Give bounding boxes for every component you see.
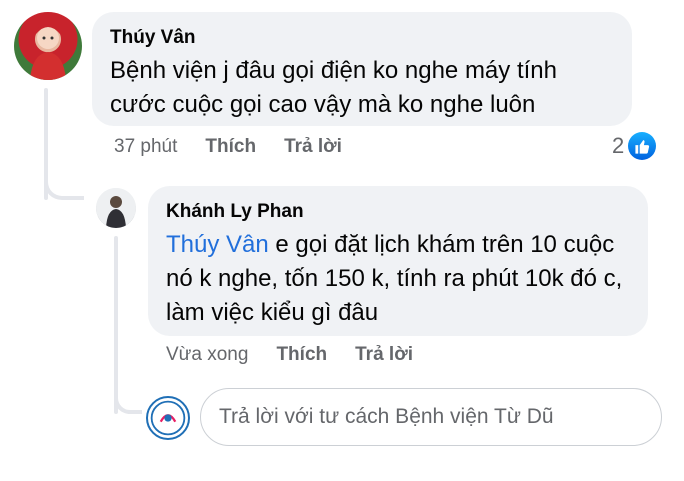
page-avatar[interactable]: [146, 396, 190, 440]
thread-line: [114, 236, 118, 414]
thread-connector: [114, 390, 142, 414]
reply-author[interactable]: Khánh Ly Phan: [166, 200, 630, 224]
avatar[interactable]: [96, 188, 136, 228]
like-button[interactable]: Thích: [205, 136, 256, 158]
like-icon: [628, 132, 657, 160]
reply-bubble: Khánh Ly Phan Thúy Vân e gọi đặt lịch kh…: [148, 186, 648, 336]
comment-author[interactable]: Thúy Vân: [110, 26, 614, 50]
like-button[interactable]: Thích: [276, 344, 327, 366]
reply-button[interactable]: Trả lời: [284, 136, 342, 158]
comment-text: Bệnh viện j đâu gọi điện ko nghe máy tín…: [110, 57, 557, 118]
reply-button[interactable]: Trả lời: [355, 344, 413, 366]
reply-composer[interactable]: [200, 388, 662, 446]
comment-timestamp[interactable]: 37 phút: [114, 136, 177, 158]
reply-actions: Vừa xong Thích Trả lời: [166, 344, 413, 366]
avatar[interactable]: [14, 12, 82, 80]
thread-connector: [44, 170, 84, 200]
reaction-count: 2: [612, 133, 625, 158]
comment-bubble: Thúy Vân Bệnh viện j đâu gọi điện ko ngh…: [92, 12, 632, 126]
reply-input[interactable]: [219, 405, 643, 429]
reaction-summary[interactable]: 2: [612, 132, 657, 160]
reply-timestamp[interactable]: Vừa xong: [166, 344, 248, 366]
comment-actions: 37 phút Thích Trả lời: [114, 136, 342, 158]
reply-text: Thúy Vân e gọi đặt lịch khám trên 10 cuộ…: [166, 228, 630, 330]
mention-link[interactable]: Thúy Vân: [166, 231, 269, 258]
